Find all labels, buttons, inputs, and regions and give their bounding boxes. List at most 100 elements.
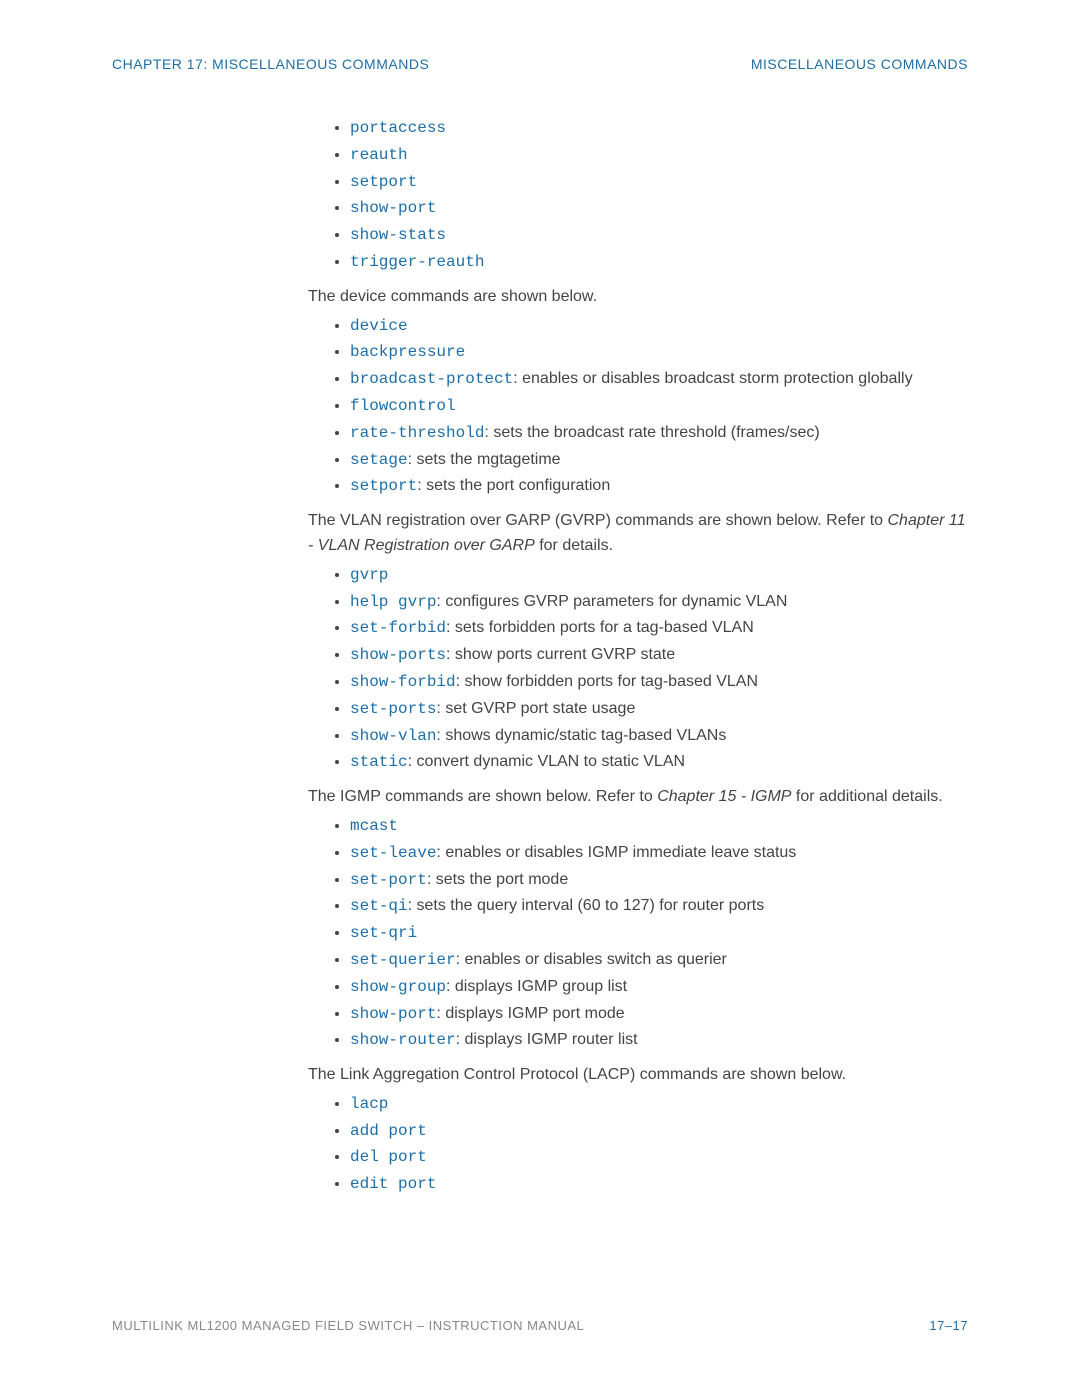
command-name: show-stats (350, 226, 446, 244)
command-name: del port (350, 1148, 427, 1166)
command-description: : show ports current GVRP state (446, 646, 675, 663)
command-name: setport (350, 173, 417, 191)
command-name: mcast (350, 817, 398, 835)
command-description: : configures GVRP parameters for dynamic… (436, 593, 787, 610)
list-item: help gvrp: configures GVRP parameters fo… (350, 590, 968, 615)
command-description: : displays IGMP port mode (436, 1005, 624, 1022)
device-intro: The device commands are shown below. (308, 285, 968, 310)
header-left: CHAPTER 17: MISCELLANEOUS COMMANDS (112, 56, 429, 72)
command-name: show-router (350, 1031, 456, 1049)
list-item: device (350, 314, 968, 339)
command-name: broadcast-protect (350, 370, 513, 388)
page-body: portaccess reauth setport show-port show-sta… (112, 116, 968, 1197)
command-name: show-vlan (350, 727, 436, 745)
command-description: : enables or disables switch as querier (456, 951, 727, 968)
list-item: rate-threshold: sets the broadcast rate … (350, 421, 968, 446)
command-name: show-port (350, 199, 436, 217)
command-name: show-group (350, 978, 446, 996)
command-description: : sets the query interval (60 to 127) fo… (408, 897, 765, 914)
command-name: add port (350, 1122, 427, 1140)
command-name: rate-threshold (350, 424, 484, 442)
list-item: show-ports: show ports current GVRP stat… (350, 643, 968, 668)
command-description: : displays IGMP router list (456, 1031, 638, 1048)
list-item: set-qri (350, 921, 968, 946)
command-name: set-qi (350, 897, 408, 915)
list-item: reauth (350, 143, 968, 168)
list-item: setage: sets the mgtagetime (350, 448, 968, 473)
lacp-intro: The Link Aggregation Control Protocol (L… (308, 1063, 968, 1088)
command-name: trigger-reauth (350, 253, 484, 271)
list-item: lacp (350, 1092, 968, 1117)
list-item: set-ports: set GVRP port state usage (350, 697, 968, 722)
list-item: show-vlan: shows dynamic/static tag-base… (350, 724, 968, 749)
command-name: setport (350, 477, 417, 495)
command-name: show-port (350, 1005, 436, 1023)
command-name: edit port (350, 1175, 436, 1193)
command-name: show-forbid (350, 673, 456, 691)
command-name: show-ports (350, 646, 446, 664)
command-description: : convert dynamic VLAN to static VLAN (408, 753, 685, 770)
command-name: backpressure (350, 343, 465, 361)
command-name: flowcontrol (350, 397, 456, 415)
list-item: flowcontrol (350, 394, 968, 419)
command-description: : sets the mgtagetime (408, 451, 561, 468)
list-item: show-port (350, 196, 968, 221)
command-description: : enables or disables IGMP immediate lea… (436, 844, 796, 861)
command-name: set-ports (350, 700, 436, 718)
footer-page-number: 17–17 (929, 1318, 968, 1333)
command-list-lacp: lacp add port del port edit port (308, 1092, 968, 1197)
list-item: set-querier: enables or disables switch … (350, 948, 968, 973)
command-name: set-querier (350, 951, 456, 969)
list-item: edit port (350, 1172, 968, 1197)
command-description: : shows dynamic/static tag-based VLANs (436, 727, 726, 744)
command-name: portaccess (350, 119, 446, 137)
list-item: show-router: displays IGMP router list (350, 1028, 968, 1053)
command-description: : enables or disables broadcast storm pr… (513, 370, 912, 387)
command-description: : sets the port mode (427, 871, 568, 888)
command-name: help gvrp (350, 593, 436, 611)
list-item: broadcast-protect: enables or disables b… (350, 367, 968, 392)
list-item: backpressure (350, 340, 968, 365)
command-list-first: portaccess reauth setport show-port show-sta… (308, 116, 968, 275)
page-footer: MULTILINK ML1200 MANAGED FIELD SWITCH – … (112, 1318, 968, 1333)
command-name: set-forbid (350, 619, 446, 637)
list-item: del port (350, 1145, 968, 1170)
list-item: set-port: sets the port mode (350, 868, 968, 893)
command-list-gvrp: gvrp help gvrp: configures GVRP parameter… (308, 563, 968, 775)
command-list-igmp: mcast set-leave: enables or disables IGMP… (308, 814, 968, 1053)
list-item: trigger-reauth (350, 250, 968, 275)
command-name: device (350, 317, 408, 335)
command-name: set-port (350, 871, 427, 889)
command-description: : displays IGMP group list (446, 978, 627, 995)
command-description: : sets the broadcast rate threshold (fra… (484, 424, 819, 441)
command-list-device: device backpressure broadcast-protect: ena… (308, 314, 968, 500)
command-name: set-leave (350, 844, 436, 862)
command-name: reauth (350, 146, 408, 164)
command-name: static (350, 753, 408, 771)
page-header: CHAPTER 17: MISCELLANEOUS COMMANDS MISCE… (112, 56, 968, 72)
list-item: static: convert dynamic VLAN to static V… (350, 750, 968, 775)
command-description: : set GVRP port state usage (436, 700, 635, 717)
list-item: show-port: displays IGMP port mode (350, 1002, 968, 1027)
list-item: set-leave: enables or disables IGMP imme… (350, 841, 968, 866)
list-item: add port (350, 1119, 968, 1144)
list-item: show-stats (350, 223, 968, 248)
list-item: setport: sets the port configuration (350, 474, 968, 499)
list-item: set-qi: sets the query interval (60 to 1… (350, 894, 968, 919)
command-name: set-qri (350, 924, 417, 942)
header-right: MISCELLANEOUS COMMANDS (751, 56, 968, 72)
list-item: gvrp (350, 563, 968, 588)
igmp-intro: The IGMP commands are shown below. Refer… (308, 785, 968, 810)
list-item: set-forbid: sets forbidden ports for a t… (350, 616, 968, 641)
command-description: : sets forbidden ports for a tag-based V… (446, 619, 754, 636)
command-name: setage (350, 451, 408, 469)
command-description: : show forbidden ports for tag-based VLA… (456, 673, 758, 690)
list-item: show-group: displays IGMP group list (350, 975, 968, 1000)
list-item: mcast (350, 814, 968, 839)
command-name: gvrp (350, 566, 388, 584)
command-description: : sets the port configuration (417, 477, 610, 494)
command-name: lacp (350, 1095, 388, 1113)
footer-title: MULTILINK ML1200 MANAGED FIELD SWITCH – … (112, 1318, 584, 1333)
list-item: setport (350, 170, 968, 195)
list-item: show-forbid: show forbidden ports for ta… (350, 670, 968, 695)
